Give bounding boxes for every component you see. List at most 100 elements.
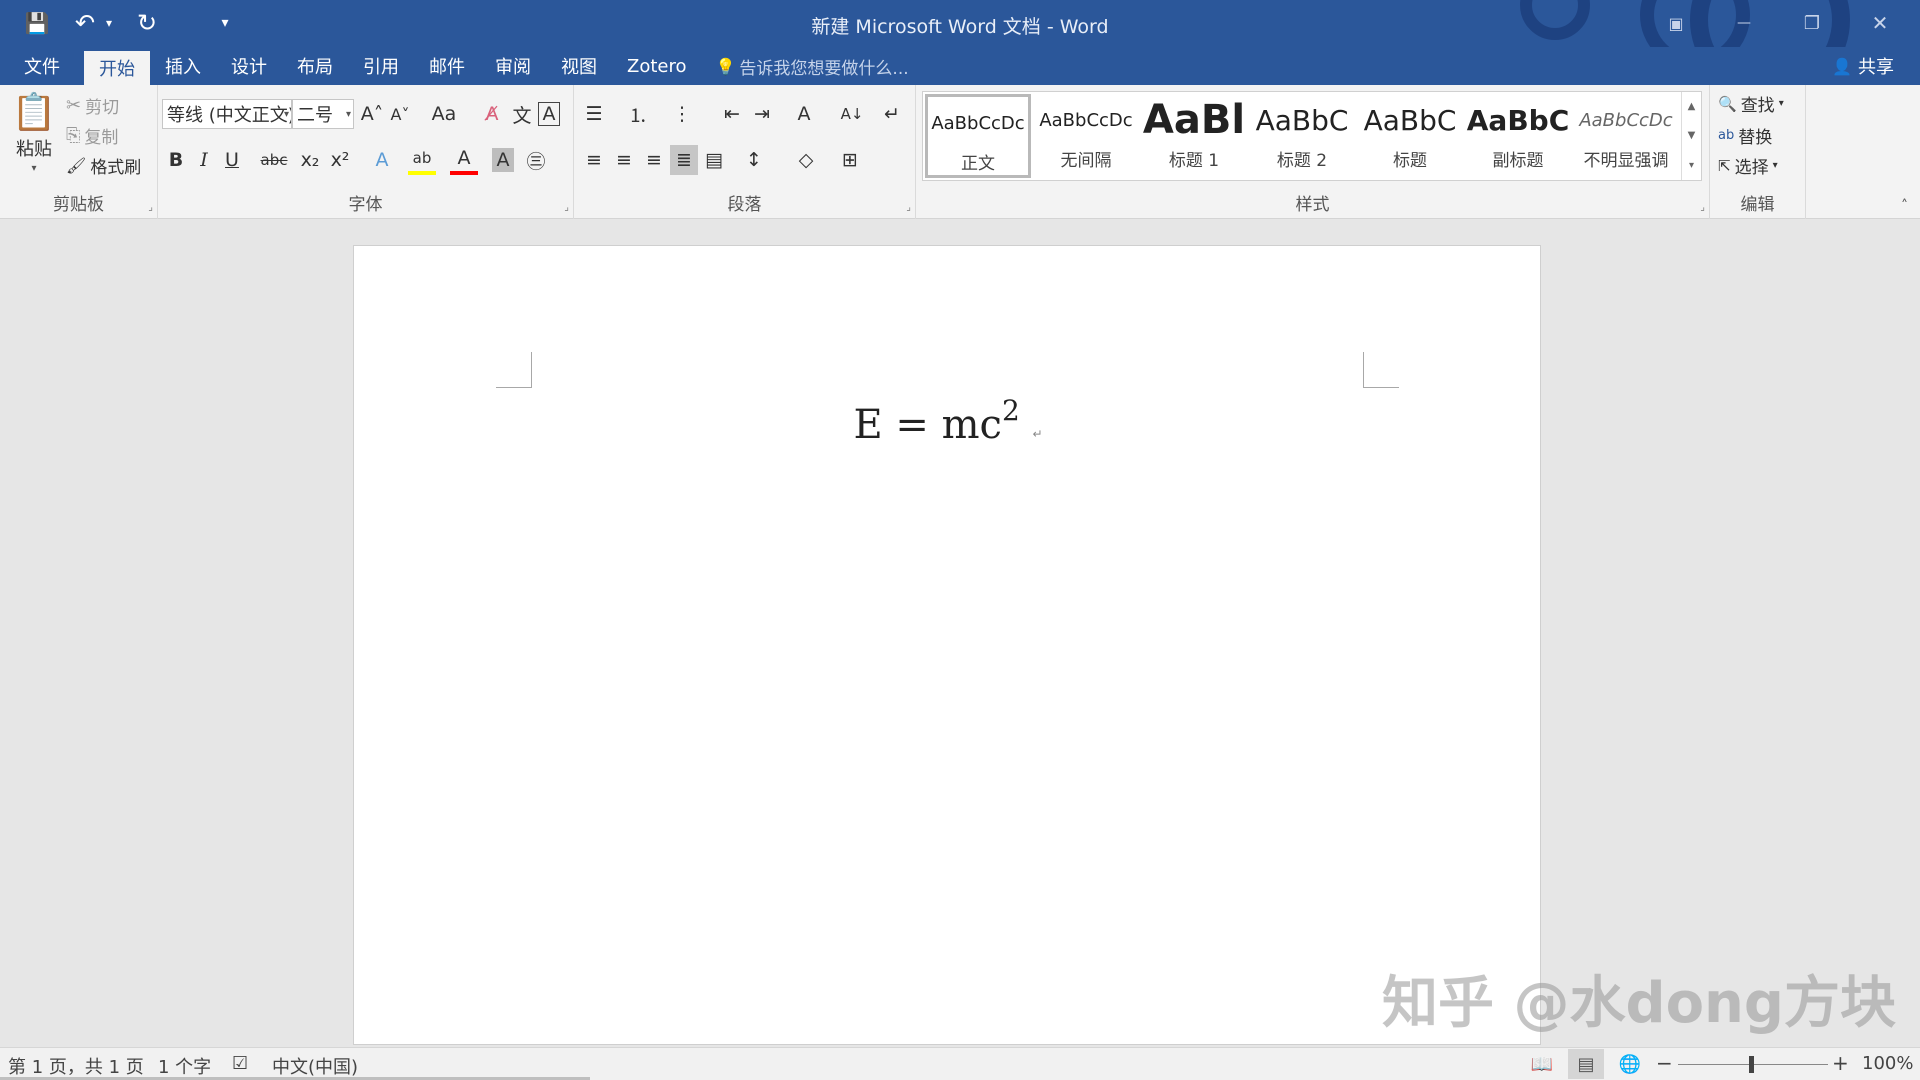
- share-button[interactable]: 👤 共享: [1832, 47, 1894, 85]
- underline-icon[interactable]: U: [218, 145, 246, 175]
- equation-exponent: 2: [1001, 394, 1020, 427]
- select-label: 选择: [1734, 158, 1769, 178]
- grow-font-icon[interactable]: A˄: [358, 99, 386, 129]
- gallery-more-icon[interactable]: ▾: [1689, 160, 1694, 171]
- font-group-label: 字体: [348, 195, 383, 215]
- tell-me-placeholder: 告诉我您想要做什么...: [739, 58, 909, 79]
- font-size-value: 二号: [297, 105, 333, 126]
- bullets-icon[interactable]: ☰: [580, 99, 608, 129]
- scroll-up-icon[interactable]: ▲: [1688, 101, 1696, 112]
- style-heading-2[interactable]: AaBbC 标题 2: [1249, 94, 1355, 178]
- tell-me-box[interactable]: 💡 告诉我您想要做什么...: [702, 47, 909, 85]
- sort-icon[interactable]: A↓: [836, 99, 868, 129]
- multilevel-list-icon[interactable]: ⋮: [668, 99, 696, 129]
- replace-button[interactable]: ab 替换: [1718, 123, 1772, 148]
- tab-design[interactable]: 设计: [216, 47, 282, 85]
- word-count[interactable]: 1 个字: [158, 1053, 211, 1079]
- magnifier-icon: 🔍: [1718, 94, 1737, 113]
- enclose-characters-icon[interactable]: ㊂: [522, 145, 550, 175]
- zoom-slider-thumb[interactable]: [1749, 1056, 1754, 1073]
- cut-button[interactable]: ✂ 剪切: [66, 93, 119, 118]
- page-count[interactable]: 第 1 页，共 1 页: [8, 1053, 144, 1079]
- document-page[interactable]: E = mc2 ↵: [353, 245, 1541, 1045]
- tab-file[interactable]: 文件: [0, 47, 84, 85]
- character-border-icon[interactable]: A: [538, 102, 560, 126]
- close-button[interactable]: ✕: [1846, 6, 1914, 40]
- tab-references[interactable]: 引用: [348, 47, 414, 85]
- ribbon-tab-bar: 文件 开始 插入 设计 布局 引用 邮件 审阅 视图 Zotero 💡 告诉我您…: [0, 47, 1920, 85]
- shrink-font-icon[interactable]: A˅: [386, 99, 414, 129]
- style-no-spacing[interactable]: AaBbCcDc 无间隔: [1033, 94, 1139, 178]
- borders-icon[interactable]: ⊞: [836, 145, 864, 175]
- find-button[interactable]: 🔍 查找 ▾: [1718, 91, 1784, 117]
- dialog-launcher-icon[interactable]: ⌟: [1700, 202, 1705, 213]
- language-indicator[interactable]: 中文(中国): [272, 1053, 358, 1079]
- chevron-down-icon: ▾: [1778, 98, 1784, 109]
- replace-icon: ab: [1718, 128, 1735, 143]
- show-formatting-marks-icon[interactable]: ↵: [878, 99, 906, 129]
- increase-indent-icon[interactable]: ⇥: [748, 99, 776, 129]
- phonetic-guide-icon[interactable]: 文: [508, 99, 536, 129]
- crop-mark-top-left: [496, 352, 532, 388]
- tab-home[interactable]: 开始: [84, 51, 150, 85]
- equation[interactable]: E = mc2 ↵: [354, 394, 1542, 448]
- minimize-button[interactable]: —: [1710, 6, 1778, 40]
- tab-layout[interactable]: 布局: [282, 47, 348, 85]
- scroll-down-icon[interactable]: ▼: [1688, 130, 1696, 141]
- format-painter-button[interactable]: 🖌 格式刷: [66, 153, 141, 178]
- justify-icon[interactable]: ≣: [670, 145, 698, 175]
- subscript-icon[interactable]: x₂: [296, 145, 324, 175]
- highlight-icon[interactable]: ab: [408, 145, 436, 175]
- font-color-icon[interactable]: A: [450, 145, 478, 175]
- equation-base: E = mc: [853, 402, 1002, 448]
- text-effects-icon[interactable]: A: [368, 145, 396, 175]
- zoom-level[interactable]: 100%: [1862, 1053, 1913, 1074]
- style-heading-1[interactable]: AaBl 标题 1: [1141, 94, 1247, 178]
- styles-group-label: 样式: [1295, 195, 1330, 215]
- ribbon-display-options-icon[interactable]: ▣: [1642, 6, 1710, 40]
- read-mode-icon[interactable]: 📖: [1524, 1049, 1560, 1079]
- line-spacing-icon[interactable]: ↕: [740, 145, 768, 175]
- change-case-icon[interactable]: Aa: [424, 99, 464, 129]
- superscript-icon[interactable]: x²: [326, 145, 354, 175]
- zoom-out-button[interactable]: −: [1656, 1051, 1673, 1075]
- print-layout-icon[interactable]: ▤: [1568, 1049, 1604, 1079]
- paste-button[interactable]: 📋 粘贴 ▾: [10, 91, 58, 174]
- align-left-icon[interactable]: ≡: [580, 145, 608, 175]
- font-size-select[interactable]: 二号 ▾: [292, 99, 354, 129]
- copy-button[interactable]: ⎘ 复制: [66, 123, 118, 148]
- font-family-select[interactable]: 等线 (中文正文) ▾: [162, 99, 292, 129]
- tab-view[interactable]: 视图: [546, 47, 612, 85]
- numbering-icon[interactable]: ⒈: [624, 99, 652, 129]
- tab-review[interactable]: 审阅: [480, 47, 546, 85]
- collapse-ribbon-icon[interactable]: ˄: [1901, 198, 1908, 214]
- select-button[interactable]: ⇱ 选择 ▾: [1718, 153, 1778, 179]
- style-normal[interactable]: AaBbCcDc 正文: [925, 94, 1031, 178]
- tab-mailings[interactable]: 邮件: [414, 47, 480, 85]
- tab-insert[interactable]: 插入: [150, 47, 216, 85]
- shading-icon[interactable]: ◇: [792, 145, 820, 175]
- dialog-launcher-icon[interactable]: ⌟: [906, 202, 911, 213]
- distributed-icon[interactable]: ▤: [700, 145, 728, 175]
- strikethrough-icon[interactable]: abc: [256, 145, 292, 175]
- align-right-icon[interactable]: ≡: [640, 145, 668, 175]
- style-subtitle[interactable]: AaBbC 副标题: [1465, 94, 1571, 178]
- bold-icon[interactable]: B: [162, 145, 190, 175]
- web-layout-icon[interactable]: 🌐: [1612, 1049, 1648, 1079]
- tab-zotero[interactable]: Zotero: [612, 47, 702, 85]
- style-title[interactable]: AaBbC 标题: [1357, 94, 1463, 178]
- proofing-icon[interactable]: ☑: [232, 1053, 248, 1074]
- chinese-layout-icon[interactable]: A: [790, 99, 818, 129]
- dialog-launcher-icon[interactable]: ⌟: [148, 202, 153, 213]
- character-shading-icon[interactable]: A: [492, 148, 514, 172]
- italic-icon[interactable]: I: [190, 145, 218, 175]
- dialog-launcher-icon[interactable]: ⌟: [564, 202, 569, 213]
- style-preview: AaBbC: [1255, 103, 1349, 137]
- clear-formatting-icon[interactable]: A̸: [478, 99, 506, 129]
- style-subtle-emphasis[interactable]: AaBbCcDc 不明显强调: [1573, 94, 1679, 178]
- restore-button[interactable]: ❐: [1778, 6, 1846, 40]
- style-name: 标题 1: [1168, 151, 1220, 171]
- decrease-indent-icon[interactable]: ⇤: [718, 99, 746, 129]
- align-center-icon[interactable]: ≡: [610, 145, 638, 175]
- zoom-in-button[interactable]: +: [1832, 1051, 1849, 1075]
